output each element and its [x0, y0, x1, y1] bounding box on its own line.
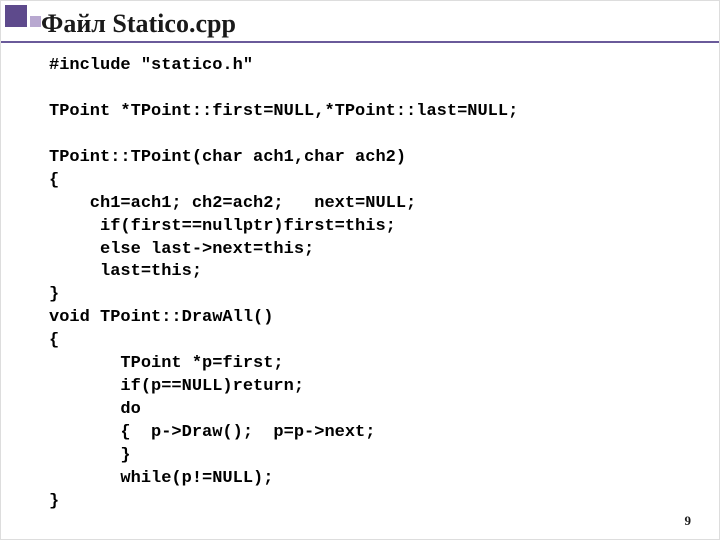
code-line: void TPoint::DrawAll()	[49, 308, 273, 327]
code-line: TPoint::TPoint(char ach1,char ach2)	[49, 148, 406, 167]
slide: Файл Statico.cpp #include "statico.h" TP…	[0, 0, 720, 540]
square-icon	[5, 5, 27, 27]
code-line: { p->Draw(); p=p->next;	[49, 423, 375, 442]
code-line: {	[49, 171, 59, 190]
code-line: else last->next=this;	[49, 240, 314, 259]
code-line: while(p!=NULL);	[49, 469, 273, 488]
code-line: last=this;	[49, 262, 202, 281]
code-line: if(p==NULL)return;	[49, 377, 304, 396]
code-line: {	[49, 331, 59, 350]
code-block: #include "statico.h" TPoint *TPoint::fir…	[49, 55, 518, 514]
code-line: TPoint *TPoint::first=NULL,*TPoint::last…	[49, 102, 518, 121]
code-line: ch1=ach1; ch2=ach2; next=NULL;	[49, 194, 416, 213]
code-line: #include "statico.h"	[49, 56, 253, 75]
slide-title: Файл Statico.cpp	[41, 9, 236, 39]
code-line: TPoint *p=first;	[49, 354, 284, 373]
page-number: 9	[685, 513, 692, 529]
code-line: if(first==nullptr)first=this;	[49, 217, 396, 236]
title-underline	[1, 41, 719, 43]
code-line: }	[49, 446, 131, 465]
code-line: }	[49, 285, 59, 304]
code-line: }	[49, 492, 59, 511]
square-icon-small	[30, 16, 41, 27]
code-line: do	[49, 400, 141, 419]
